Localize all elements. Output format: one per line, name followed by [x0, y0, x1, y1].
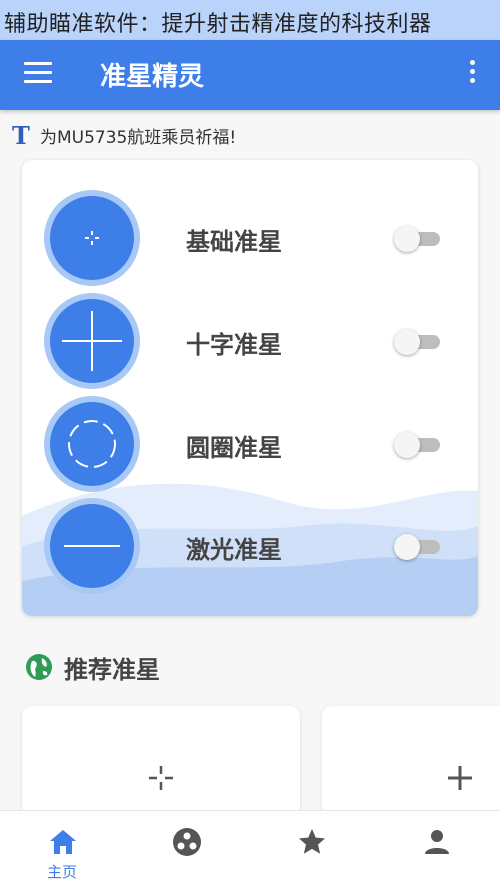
star-icon — [299, 829, 325, 854]
crosshair-row-cross: 十字准星 — [22, 291, 478, 391]
notice-banner: T 为MU5735航班乘员祈福! — [12, 120, 237, 150]
t-letter-icon: T — [12, 120, 30, 150]
recommended-header: 推荐准星 — [24, 650, 160, 684]
globe-icon — [26, 654, 52, 680]
notice-text: 为MU5735航班乘员祈福! — [40, 127, 237, 148]
more-vertical-icon[interactable] — [468, 60, 476, 90]
crosshair-row-circle: 圆圈准星 — [22, 394, 478, 494]
person-icon — [425, 830, 449, 854]
app-title: 准星精灵 — [100, 62, 205, 92]
nav-label: 主页 — [46, 863, 77, 881]
community-icon — [173, 828, 201, 856]
crosshair-toggle[interactable] — [394, 534, 442, 560]
crosshair-preview[interactable] — [44, 498, 140, 594]
nav-profile[interactable] — [386, 811, 486, 889]
line-icon — [64, 545, 120, 547]
nav-favorites[interactable] — [261, 811, 361, 889]
crosshair-preview[interactable] — [44, 396, 140, 492]
crosshair-toggle[interactable] — [394, 329, 442, 355]
home-icon — [50, 830, 76, 854]
crosshair-label: 激光准星 — [186, 536, 282, 564]
crosshair-toggle[interactable] — [394, 432, 442, 458]
crosshair-label: 十字准星 — [186, 331, 282, 359]
dotted-cross-icon — [149, 766, 173, 790]
crosshair-label: 圆圈准星 — [186, 434, 282, 462]
section-title: 推荐准星 — [64, 655, 160, 684]
plus-icon — [448, 766, 472, 790]
crosshair-preview[interactable] — [44, 293, 140, 389]
crosshair-row-basic: 基础准星 — [22, 188, 478, 288]
app-bar: 准星精灵 — [0, 40, 500, 110]
crosshair-row-laser: 激光准星 — [22, 496, 478, 596]
crosshair-label: 基础准星 — [186, 228, 282, 256]
menu-icon[interactable] — [24, 62, 54, 86]
small-cross-icon — [85, 231, 99, 245]
crosshair-toggle[interactable] — [394, 226, 442, 252]
recommended-card[interactable] — [322, 706, 500, 816]
caption-overlay: 辅助瞄准软件：提升射击精准度的科技利器 — [4, 12, 432, 37]
bottom-nav: 主页 — [0, 810, 500, 889]
crosshair-preview[interactable] — [44, 190, 140, 286]
recommended-card[interactable] — [22, 706, 300, 816]
crosshair-card: 基础准星 十字准星 圆圈准星 激光准星 — [22, 160, 478, 616]
dashed-circle-icon — [68, 420, 116, 468]
nav-community[interactable] — [136, 811, 236, 889]
nav-home[interactable]: 主页 — [12, 811, 112, 889]
cross-icon — [62, 311, 122, 371]
